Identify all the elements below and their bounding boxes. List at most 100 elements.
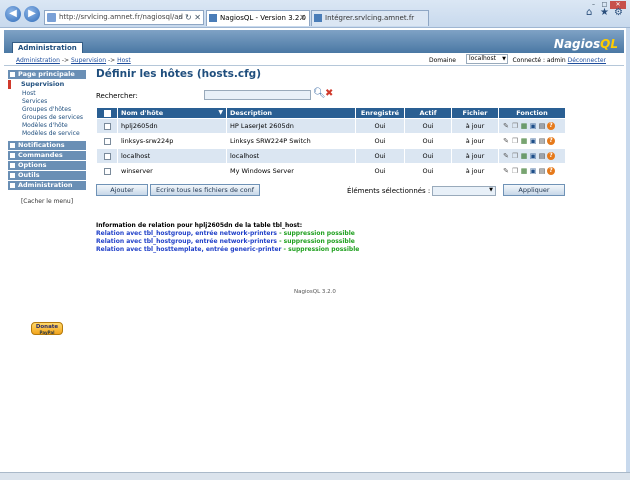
hide-menu-link[interactable]: [Cacher le menu] (8, 198, 86, 205)
row-checkbox[interactable] (103, 152, 111, 160)
info-icon[interactable]: ▣ (529, 137, 537, 145)
row-actions: ✎ ❐ ▦ ▣ ▤? (499, 134, 565, 148)
hosts-table: Nom d'hôte ▼ Description Enregistré Actif… (96, 107, 566, 179)
search-label: Rechercher: (96, 92, 138, 100)
select-all-header[interactable] (97, 108, 117, 118)
row-actions: ✎ ❐ ▦ ▣ ▤? (499, 119, 565, 133)
selected-items-select[interactable]: ▼ (432, 186, 496, 196)
favorites-star-icon[interactable]: ★ (600, 7, 609, 18)
config-icon[interactable]: ▤ (538, 152, 546, 160)
sidebar-subitem-services[interactable]: Services (22, 98, 86, 106)
host-active: Oui (405, 119, 451, 133)
admin-tab[interactable]: Administration (12, 42, 83, 53)
sidebar-item-supervision[interactable]: Supervision (8, 80, 86, 89)
sidebar-item-page-principale[interactable]: Page principale (8, 70, 86, 79)
host-name[interactable]: hplj2605dn (118, 119, 226, 133)
host-description: Linksys SRW224P Switch (227, 134, 355, 148)
search-icon[interactable]: 🔍︎ (313, 88, 326, 99)
sub-header: Administration -> Supervision -> Host Do… (4, 54, 624, 66)
apply-button[interactable]: Appliquer (503, 184, 565, 196)
column-header-description[interactable]: Description (227, 108, 355, 118)
sort-down-icon[interactable]: ▼ (218, 109, 223, 116)
sidebar-subitem-servicegroups[interactable]: Groupes de services (22, 114, 86, 122)
delete-icon[interactable]: ▦ (520, 122, 528, 130)
tab-close-icon[interactable]: ✕ (299, 11, 306, 25)
back-arrow-icon[interactable]: ◀ (5, 6, 21, 22)
row-checkbox[interactable] (103, 167, 111, 175)
host-name[interactable]: winserver (118, 164, 226, 178)
sidebar-subitem-hosttemplates[interactable]: Modèles d'hôte (22, 122, 86, 130)
copy-icon[interactable]: ❐ (511, 137, 519, 145)
copy-icon[interactable]: ❐ (511, 122, 519, 130)
config-icon[interactable]: ▤ (538, 167, 546, 175)
help-icon[interactable]: ? (547, 152, 555, 160)
home-icon[interactable]: ⌂ (586, 7, 592, 18)
chevron-down-icon: ▼ (489, 187, 493, 193)
host-description: My Windows Server (227, 164, 355, 178)
info-icon[interactable]: ▣ (529, 122, 537, 130)
column-header-registered[interactable]: Enregistré (356, 108, 404, 118)
delete-icon[interactable]: ▦ (520, 152, 528, 160)
edit-icon[interactable]: ✎ (502, 152, 510, 160)
donate-button[interactable]: Donate PayPal (31, 322, 63, 335)
help-icon[interactable]: ? (547, 122, 555, 130)
write-config-button[interactable]: Ecrire tous les fichiers de conf (150, 184, 260, 196)
edit-icon[interactable]: ✎ (502, 122, 510, 130)
relation-suffix: - suppression possible (281, 246, 360, 253)
config-icon[interactable]: ▤ (538, 137, 546, 145)
info-icon[interactable]: ▣ (529, 152, 537, 160)
sidebar-subitem-hostgroups[interactable]: Groupes d'hôtes (22, 106, 86, 114)
supervision-submenu: Host Services Groupes d'hôtes Groupes de… (8, 90, 86, 138)
row-checkbox[interactable] (103, 122, 111, 130)
logout-link[interactable]: Déconnecter (568, 57, 606, 64)
column-header-file[interactable]: Fichier (452, 108, 498, 118)
relation-text: Relation avec tbl_hosttemplate, entrée g… (96, 246, 282, 253)
sidebar-item-outils[interactable]: Outils (8, 171, 86, 180)
forward-arrow-icon[interactable]: ▶ (24, 6, 40, 22)
help-icon[interactable]: ? (547, 167, 555, 175)
relation-suffix: - suppression possible (277, 230, 355, 237)
edit-icon[interactable]: ✎ (502, 167, 510, 175)
relation-text: Relation avec tbl_hostgroup, entrée netw… (96, 238, 277, 245)
sidebar-item-options[interactable]: Options (8, 161, 86, 170)
info-icon[interactable]: ▣ (529, 167, 537, 175)
address-text: http://srvlcing.amnet.fr/nagiosql/ad (59, 13, 184, 21)
row-checkbox[interactable] (103, 137, 111, 145)
nagiosql-logo: NagiosQL (554, 37, 618, 51)
column-header-active[interactable]: Actif (405, 108, 451, 118)
host-name[interactable]: linksys-srw224p (118, 134, 226, 148)
clear-search-icon[interactable]: ✖ (325, 88, 333, 99)
column-header-name[interactable]: Nom d'hôte ▼ (118, 108, 226, 118)
refresh-icon[interactable]: ⌕ ↻ ✕ (178, 11, 201, 24)
browser-tab-integrer[interactable]: Intégrer.srvlcing.amnet.fr (311, 10, 429, 26)
help-icon[interactable]: ? (547, 137, 555, 145)
breadcrumb-host[interactable]: Host (117, 57, 131, 64)
add-button[interactable]: Ajouter (96, 184, 148, 196)
sidebar-item-commandes[interactable]: Commandes (8, 151, 86, 160)
search-input[interactable] (204, 90, 311, 100)
delete-icon[interactable]: ▦ (520, 137, 528, 145)
breadcrumb-separator: -> (61, 57, 70, 64)
gear-icon[interactable]: ⚙ (614, 7, 623, 18)
breadcrumb-supervision[interactable]: Supervision (71, 57, 106, 64)
sidebar-item-notifications[interactable]: Notifications (8, 141, 86, 150)
select-all-checkbox[interactable] (103, 109, 111, 117)
copy-icon[interactable]: ❐ (511, 152, 519, 160)
relation-info: Information de relation pour hplj2605dn … (96, 222, 359, 254)
sidebar-item-administration[interactable]: Administration (8, 181, 86, 190)
row-select-cell (97, 149, 117, 163)
address-bar[interactable]: http://srvlcing.amnet.fr/nagiosql/ad ⌕ ↻… (44, 10, 204, 25)
config-icon[interactable]: ▤ (538, 122, 546, 130)
host-description: HP LaserJet 2605dn (227, 119, 355, 133)
sidebar-subitem-servicetemplates[interactable]: Modèles de service (22, 130, 86, 138)
relation-text: Relation avec tbl_hostgroup, entrée netw… (96, 230, 277, 237)
host-name[interactable]: localhost (118, 149, 226, 163)
domain-select[interactable]: localhost ▼ (466, 54, 508, 64)
host-active: Oui (405, 164, 451, 178)
edit-icon[interactable]: ✎ (502, 137, 510, 145)
breadcrumb-administration[interactable]: Administration (16, 57, 60, 64)
copy-icon[interactable]: ❐ (511, 167, 519, 175)
browser-tab-nagiosql[interactable]: NagiosQL - Version 3.2.0 ✕ (206, 10, 310, 26)
delete-icon[interactable]: ▦ (520, 167, 528, 175)
sidebar-subitem-host[interactable]: Host (22, 90, 86, 98)
